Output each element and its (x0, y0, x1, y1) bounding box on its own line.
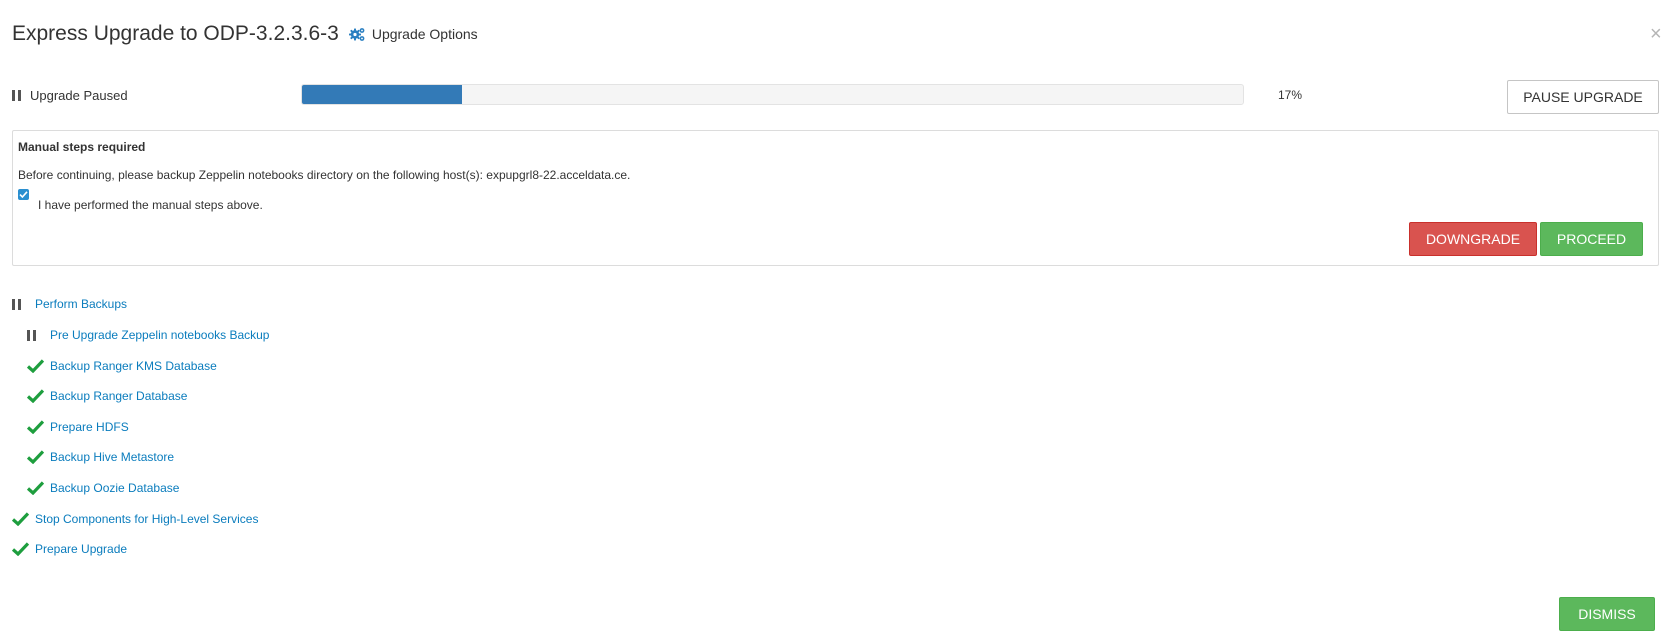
task-item: Backup Ranger Database (27, 386, 187, 406)
check-icon (27, 389, 44, 403)
upgrade-progress-fill (302, 85, 462, 104)
modal-header: Express Upgrade to ODP-3.2.3.6-3 Upgrade… (12, 22, 478, 46)
check-icon (19, 191, 28, 199)
gears-icon (348, 27, 365, 41)
upgrade-status-row: Upgrade Paused 17% PAUSE UPGRADE (12, 80, 1662, 114)
task-link-backup-ranger-kms-database[interactable]: Backup Ranger KMS Database (50, 359, 217, 373)
task-item: Pre Upgrade Zeppelin notebooks Backup (27, 325, 269, 345)
task-link-pre-upgrade-zeppelin-backup[interactable]: Pre Upgrade Zeppelin notebooks Backup (50, 328, 269, 342)
modal-title: Express Upgrade to ODP-3.2.3.6-3 (12, 22, 339, 45)
pause-upgrade-button[interactable]: PAUSE UPGRADE (1507, 80, 1659, 114)
check-icon (27, 420, 44, 434)
task-item: Stop Components for High-Level Services (12, 509, 258, 529)
task-link-stop-components-high-level-services[interactable]: Stop Components for High-Level Services (35, 512, 258, 526)
task-item: Prepare HDFS (27, 417, 129, 437)
check-icon (27, 450, 44, 464)
task-link-backup-ranger-database[interactable]: Backup Ranger Database (50, 389, 187, 403)
close-icon[interactable]: × (1650, 24, 1662, 44)
check-icon (12, 512, 29, 526)
check-icon (12, 542, 29, 556)
task-link-backup-oozie-database[interactable]: Backup Oozie Database (50, 481, 179, 495)
upgrade-progress-bar (301, 84, 1244, 105)
task-link-backup-hive-metastore[interactable]: Backup Hive Metastore (50, 450, 174, 464)
check-icon (27, 359, 44, 373)
manual-steps-title: Manual steps required (18, 140, 146, 154)
manual-steps-panel: Manual steps required Before continuing,… (12, 130, 1659, 266)
upgrade-status: Upgrade Paused (12, 88, 128, 103)
upgrade-status-label: Upgrade Paused (30, 88, 128, 103)
task-link-prepare-upgrade[interactable]: Prepare Upgrade (35, 542, 127, 556)
manual-steps-confirm-label: I have performed the manual steps above. (38, 198, 263, 212)
manual-steps-confirm-checkbox[interactable] (18, 189, 29, 200)
pause-icon (12, 298, 21, 310)
downgrade-button[interactable]: DOWNGRADE (1409, 222, 1537, 256)
proceed-button[interactable]: PROCEED (1540, 222, 1643, 256)
check-icon (27, 481, 44, 495)
manual-steps-confirm-row: I have performed the manual steps above. (18, 188, 263, 212)
dismiss-button[interactable]: DISMISS (1559, 597, 1655, 631)
pause-icon (12, 90, 21, 101)
upgrade-options-label: Upgrade Options (371, 26, 478, 42)
upgrade-progress-percent: 17% (1278, 88, 1303, 102)
task-item: Backup Hive Metastore (27, 447, 174, 467)
task-item: Backup Ranger KMS Database (27, 356, 217, 376)
upgrade-options-link[interactable]: Upgrade Options (348, 26, 478, 42)
manual-steps-message: Before continuing, please backup Zeppeli… (18, 168, 631, 182)
upgrade-modal: Express Upgrade to ODP-3.2.3.6-3 Upgrade… (0, 0, 1674, 638)
task-item: Backup Oozie Database (27, 478, 179, 498)
task-item: Prepare Upgrade (12, 539, 127, 559)
task-link-perform-backups[interactable]: Perform Backups (35, 297, 127, 311)
pause-icon (27, 329, 36, 341)
task-item: Perform Backups (12, 294, 127, 314)
task-link-prepare-hdfs[interactable]: Prepare HDFS (50, 420, 129, 434)
